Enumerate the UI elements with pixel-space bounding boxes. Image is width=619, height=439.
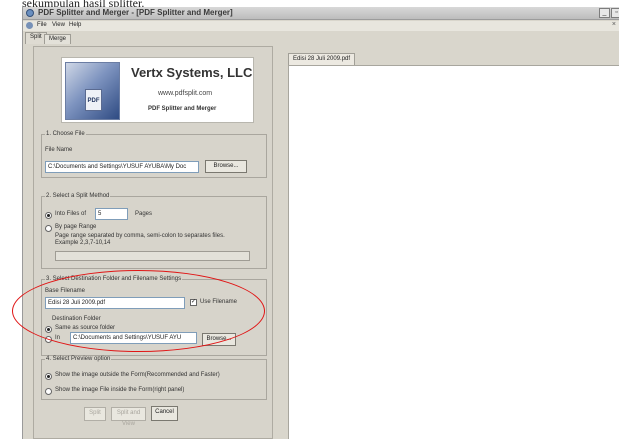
title-bar[interactable]: PDF Splitter and Merger - [PDF Splitter … [23,7,619,20]
into-files-radio[interactable] [45,212,52,219]
base-filename-label: Base Filename [45,288,86,294]
same-as-source-label: Same as source folder [55,325,116,331]
tab-merge[interactable]: Merge [44,34,72,44]
page-range-example: Example 2,3,7-10,14 [55,240,111,246]
app-window: PDF Splitter and Merger - [PDF Splitter … [22,7,619,439]
preview-tab[interactable]: Edisi 28 Juli 2009.pdf [288,53,356,65]
vendor-banner: PDF Vertx Systems, LLC www.pdfsplit.com … [61,57,254,123]
company-website: www.pdfsplit.com [158,90,213,97]
preview-option-legend: 4. Select Preview option [46,356,111,362]
document-icon[interactable] [26,22,33,29]
preview-panel [288,65,619,439]
base-filename-field[interactable]: Edisi 28 Juli 2009.pdf [45,297,185,309]
main-tabs: Split Merge [23,32,619,44]
menu-bar: File View Help × [23,21,619,31]
cancel-button[interactable]: Cancel [151,406,178,421]
pages-per-file-field[interactable]: 5 [95,208,128,220]
custom-folder-radio[interactable] [45,336,52,343]
choose-file-group: 1. Choose File File Name C:\Documents an… [41,131,267,178]
preview-option-group: 4. Select Preview option Show the image … [41,356,267,400]
file-name-label: File Name [45,147,73,153]
split-method-legend: 2. Select a Split Method [46,193,110,199]
window-title: PDF Splitter and Merger - [PDF Splitter … [38,8,233,17]
destination-folder-label: Destination Folder [52,316,101,322]
into-files-label: Into Files of [55,211,87,217]
destination-group: 3. Select Destination Folder and Filenam… [41,276,267,356]
minimize-button[interactable]: _ [599,8,610,18]
browse-file-button[interactable]: Browse... [205,160,247,173]
menu-view[interactable]: View [52,22,65,28]
preview-inside-label: Show the image File inside the Form(righ… [55,387,185,393]
destination-path-field[interactable]: C:\Documents and Settings\YUSUF AYU [70,332,197,344]
page-range-field[interactable] [55,251,250,261]
company-name: Vertx Systems, LLC [131,65,253,80]
use-filename-checkbox[interactable]: ✓ [190,299,197,306]
same-as-source-radio[interactable] [45,326,52,333]
in-label: In [55,335,61,341]
split-method-group: 2. Select a Split Method Into Files of 5… [41,193,267,269]
choose-file-legend: 1. Choose File [46,131,85,137]
browse-folder-button[interactable]: Browse... [202,333,236,346]
close-icon[interactable]: × [612,21,616,28]
product-name: PDF Splitter and Merger [148,106,217,112]
page-range-help: Page range separated by comma, semi-colo… [55,233,225,239]
app-icon [26,9,34,17]
split-settings-panel: PDF Vertx Systems, LLC www.pdfsplit.com … [33,46,273,439]
split-button[interactable]: Split [84,407,106,421]
menu-help[interactable]: Help [69,22,81,28]
file-name-field[interactable]: C:\Documents and Settings\YUSUF AYUBA\My… [45,161,199,173]
preview-inside-radio[interactable] [45,388,52,395]
split-and-view-button[interactable]: Split and View [111,407,146,427]
destination-legend: 3. Select Destination Folder and Filenam… [46,276,182,282]
page-range-radio[interactable] [45,225,52,232]
preview-outside-label: Show the image outside the Form(Recommen… [55,372,220,378]
use-filename-label: Use Filename [200,299,238,305]
pdf-document-icon: PDF [85,89,102,111]
pdf-splitter-logo-icon: PDF [65,62,120,120]
menu-file[interactable]: File [37,22,47,28]
preview-outside-radio[interactable] [45,373,52,380]
pages-label: Pages [135,211,153,217]
restore-button[interactable]: ▫ [611,8,619,18]
page-range-label: By page Range [55,224,97,230]
